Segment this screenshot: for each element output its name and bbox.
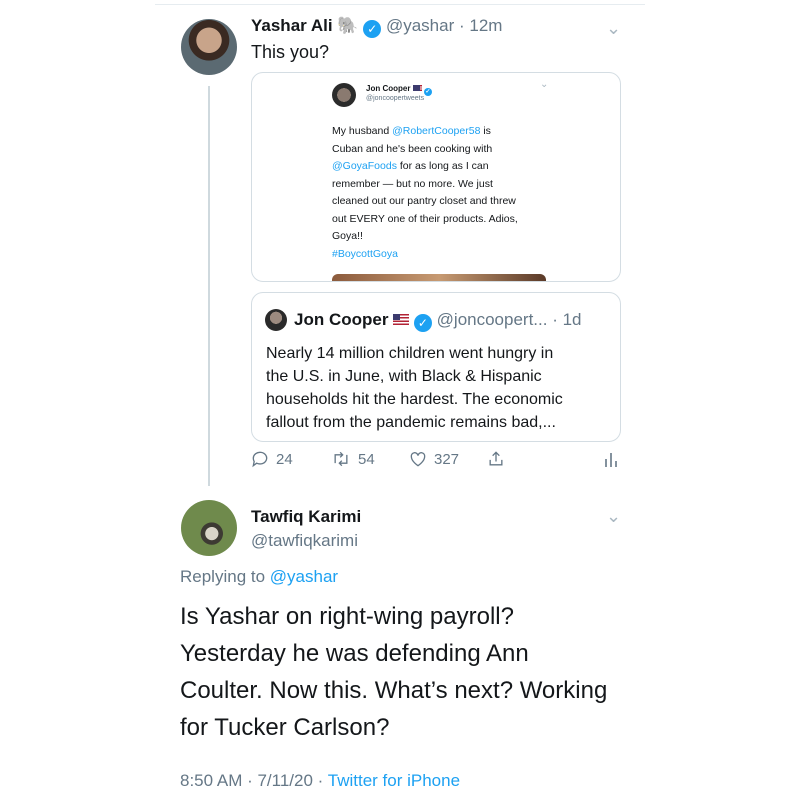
reply-name-text: Tawfiq Karimi xyxy=(251,507,362,526)
like-button[interactable]: 327 xyxy=(408,449,459,469)
screenshot-line: @GoyaFoods for as long as I can xyxy=(332,160,489,172)
screenshot-verified-icon: ✓ xyxy=(423,88,432,96)
timestamp-text: 8:50 AM · 7/11/20 · xyxy=(180,771,328,790)
screenshot-display-name: Jon Cooper xyxy=(366,84,411,93)
screenshot-line: out EVERY one of their products. Adios, xyxy=(332,212,518,225)
reply-body: Is Yashar on right-wing payroll? Yesterd… xyxy=(180,598,607,746)
chevron-down-icon[interactable]: ⌄ xyxy=(606,506,621,527)
reply-line: Yesterday he was defending Ann xyxy=(180,640,529,667)
tweet-header: Yashar Ali 🐘 ✓ @yashar · 12m xyxy=(251,16,502,38)
screenshot-hashtag: #BoycottGoya xyxy=(332,247,398,260)
replying-prefix: Replying to xyxy=(180,567,270,586)
reply-count: 24 xyxy=(276,450,293,468)
quoted-avatar xyxy=(265,309,287,331)
reply-icon xyxy=(252,451,268,468)
top-divider xyxy=(155,4,645,5)
separator-dot: · xyxy=(454,16,470,35)
source-link[interactable]: Twitter for iPhone xyxy=(328,771,460,790)
chevron-down-icon[interactable]: ⌄ xyxy=(606,18,621,39)
thread-line xyxy=(208,86,210,486)
quoted-time: · 1d xyxy=(552,310,582,329)
reply-display-name[interactable]: Tawfiq Karimi xyxy=(251,507,361,527)
handle[interactable]: @yashar xyxy=(386,16,454,35)
tweet-time[interactable]: 12m xyxy=(469,16,502,35)
quoted-tweet[interactable]: Jon Cooper ✓ @joncoopert... · 1d Nearly … xyxy=(251,292,621,442)
reply-button[interactable]: 24 xyxy=(250,449,293,469)
verified-badge-icon: ✓ xyxy=(363,20,382,38)
replying-to: Replying to @yashar xyxy=(180,567,338,587)
analytics-icon xyxy=(605,453,617,467)
screenshot-chevron-icon: ⌄ xyxy=(540,79,549,90)
retweet-count: 54 xyxy=(358,450,375,468)
screenshot-handle: @joncoopertweets xyxy=(366,95,425,102)
verified-badge-icon: ✓ xyxy=(413,314,432,332)
screenshot-avatar xyxy=(332,83,356,107)
share-button[interactable] xyxy=(486,449,506,469)
tweet-image[interactable]: Jon Cooper ✓ @joncoopertweets ⌄ My husba… xyxy=(251,72,621,282)
quoted-handle: @joncoopert... xyxy=(436,310,548,329)
retweet-button[interactable]: 54 xyxy=(330,449,375,469)
heart-icon xyxy=(410,452,426,467)
us-flag-icon xyxy=(412,85,422,91)
screenshot-line: My husband @RobertCooper58 is xyxy=(332,125,491,137)
replying-to-link[interactable]: @yashar xyxy=(270,567,338,586)
quoted-line: fallout from the pandemic remains bad,..… xyxy=(266,414,556,431)
quoted-header: Jon Cooper ✓ @joncoopert... · 1d xyxy=(294,310,582,332)
display-name[interactable]: Yashar Ali xyxy=(251,16,333,35)
avatar[interactable] xyxy=(181,19,237,75)
screenshot-line: cleaned out our pantry closet and threw xyxy=(332,195,516,207)
screenshot-photo-edge xyxy=(332,274,546,281)
share-icon xyxy=(489,451,503,466)
screenshot-line: remember — but no more. We just xyxy=(332,177,493,190)
reply-handle[interactable]: @tawfiqkarimi xyxy=(251,531,358,551)
reply-line: Coulter. Now this. What’s next? Working xyxy=(180,677,608,704)
reply-avatar[interactable] xyxy=(181,500,237,556)
screenshot-line: Cuban and he's been cooking with xyxy=(332,142,493,155)
quoted-line: households hit the hardest. The economic xyxy=(266,391,563,408)
elephant-emoji: 🐘 xyxy=(337,16,359,35)
quoted-body: Nearly 14 million children went hungry i… xyxy=(266,342,563,434)
reply-line: Is Yashar on right-wing payroll? xyxy=(180,603,514,630)
reply-line: for Tucker Carlson? xyxy=(180,714,390,741)
reply-timestamp: 8:50 AM · 7/11/20 · Twitter for iPhone xyxy=(180,771,460,791)
retweet-icon xyxy=(334,451,348,467)
quoted-line: Nearly 14 million children went hungry i… xyxy=(266,345,554,362)
analytics-button[interactable] xyxy=(603,449,619,469)
screenshot-body: My husband @RobertCooper58 is Cuban and … xyxy=(332,123,518,263)
like-count: 327 xyxy=(434,450,460,468)
quoted-line: the U.S. in June, with Black & Hispanic xyxy=(266,368,542,385)
quoted-display-name: Jon Cooper xyxy=(294,310,389,329)
screenshot-line: Goya!! xyxy=(332,230,363,242)
tweet-text: This you? xyxy=(251,42,330,62)
us-flag-icon xyxy=(393,314,410,325)
